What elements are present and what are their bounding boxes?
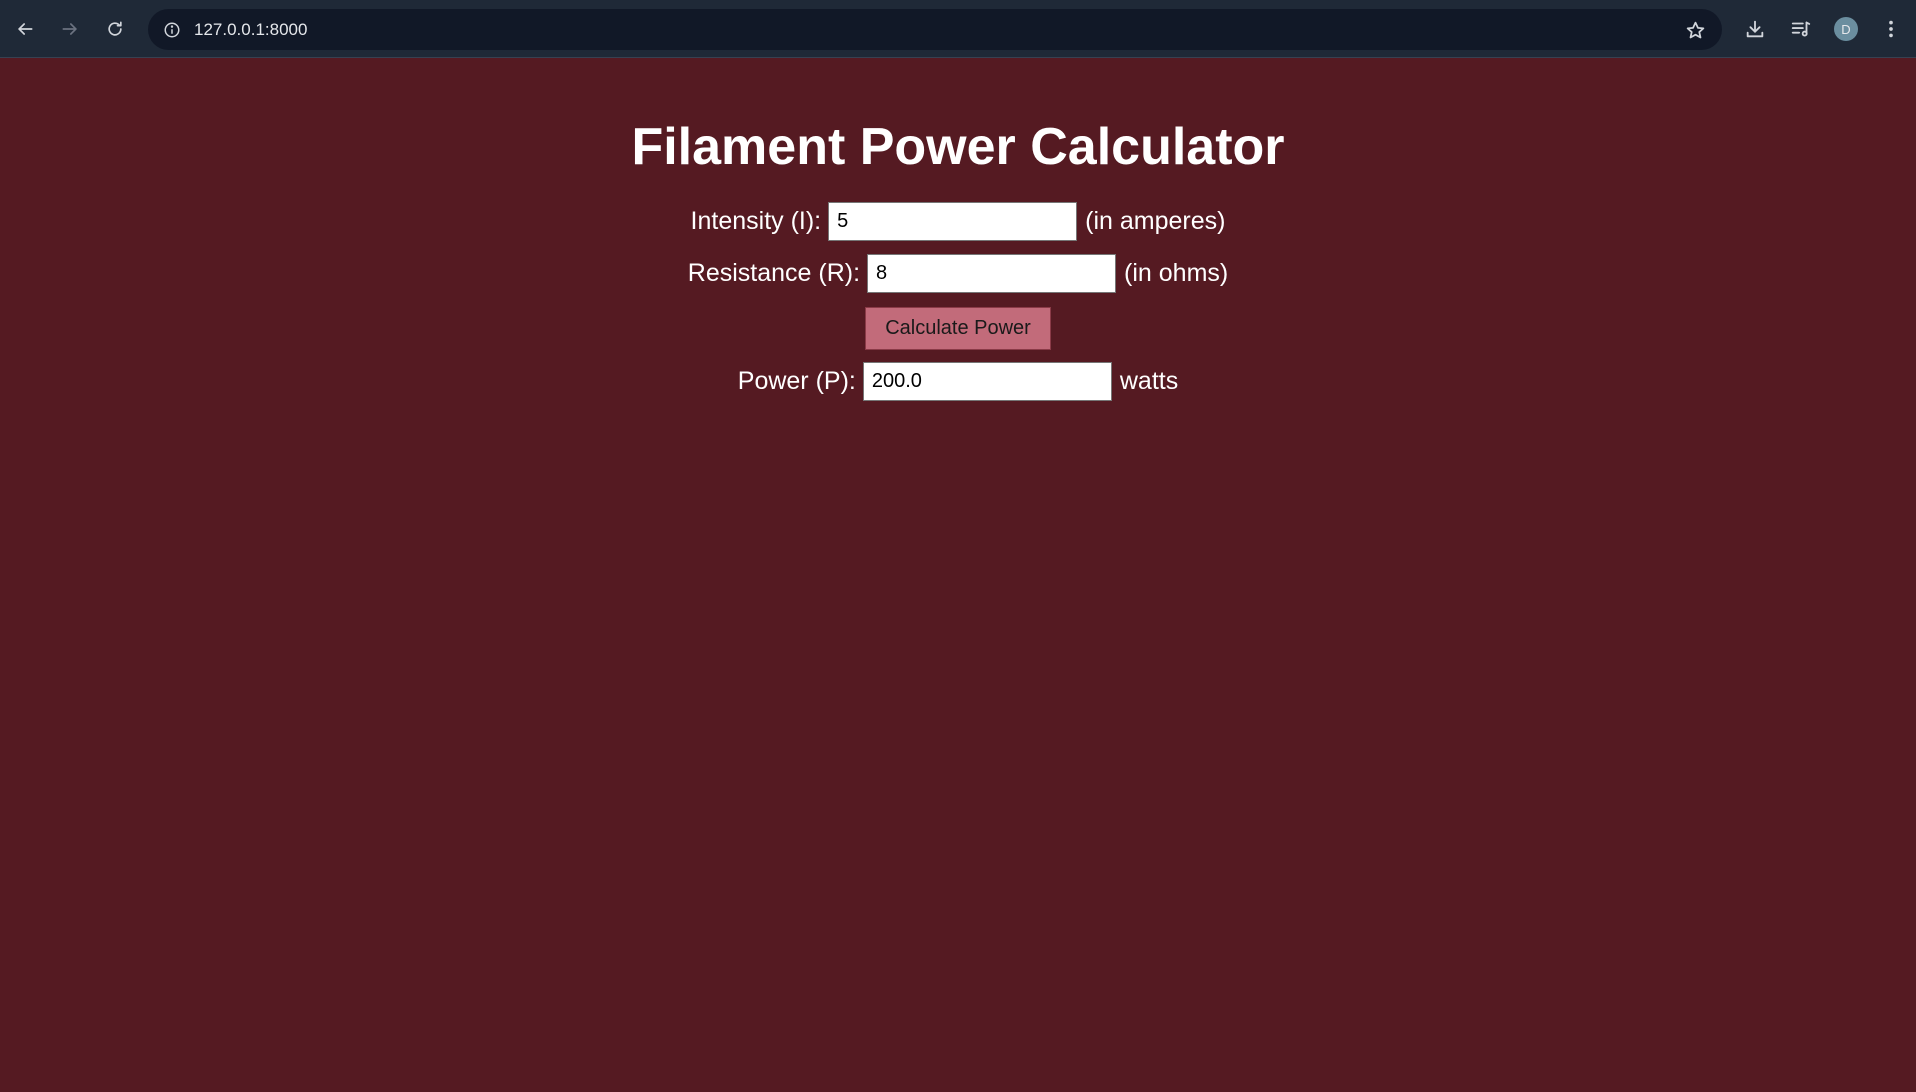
arrow-right-icon <box>62 23 77 35</box>
url-text[interactable]: 127.0.0.1:8000 <box>194 20 307 40</box>
power-label: Power (P): <box>737 366 856 395</box>
resistance-unit: (in ohms) <box>1124 258 1229 287</box>
intensity-label: Intensity (I): <box>690 206 822 235</box>
power-output[interactable] <box>862 361 1112 401</box>
profile-avatar[interactable]: D <box>1834 17 1858 41</box>
browser-menu-button[interactable] <box>1874 12 1908 46</box>
arrow-left-icon <box>18 23 33 35</box>
resistance-row: Resistance (R): (in ohms) <box>0 253 1916 293</box>
media-queue-icon <box>1791 21 1811 37</box>
browser-toolbar: 127.0.0.1:8000 D <box>0 0 1916 58</box>
star-icon <box>1686 21 1704 38</box>
resistance-input[interactable] <box>867 253 1117 293</box>
forward-button[interactable] <box>53 12 87 46</box>
media-controls-button[interactable] <box>1784 12 1818 46</box>
button-row: Calculate Power <box>0 306 1916 350</box>
download-icon <box>1746 20 1764 38</box>
downloads-button[interactable] <box>1738 12 1772 46</box>
intensity-row: Intensity (I): (in amperes) <box>0 201 1916 241</box>
kebab-menu-icon <box>1889 20 1893 38</box>
back-button[interactable] <box>8 12 42 46</box>
calculate-power-button[interactable]: Calculate Power <box>865 306 1051 350</box>
page-content: Filament Power Calculator Intensity (I):… <box>0 59 1916 1092</box>
address-bar[interactable]: 127.0.0.1:8000 <box>148 9 1722 50</box>
reload-button[interactable] <box>98 12 132 46</box>
intensity-input[interactable] <box>828 201 1078 241</box>
intensity-unit: (in amperes) <box>1085 206 1226 235</box>
reload-icon <box>108 21 122 36</box>
bookmark-button[interactable] <box>1682 17 1708 43</box>
power-unit: watts <box>1119 366 1179 395</box>
site-info-button[interactable] <box>156 14 187 45</box>
page-title: Filament Power Calculator <box>631 118 1285 176</box>
power-row: Power (P): watts <box>0 361 1916 401</box>
info-icon <box>164 22 179 37</box>
resistance-label: Resistance (R): <box>687 258 861 287</box>
